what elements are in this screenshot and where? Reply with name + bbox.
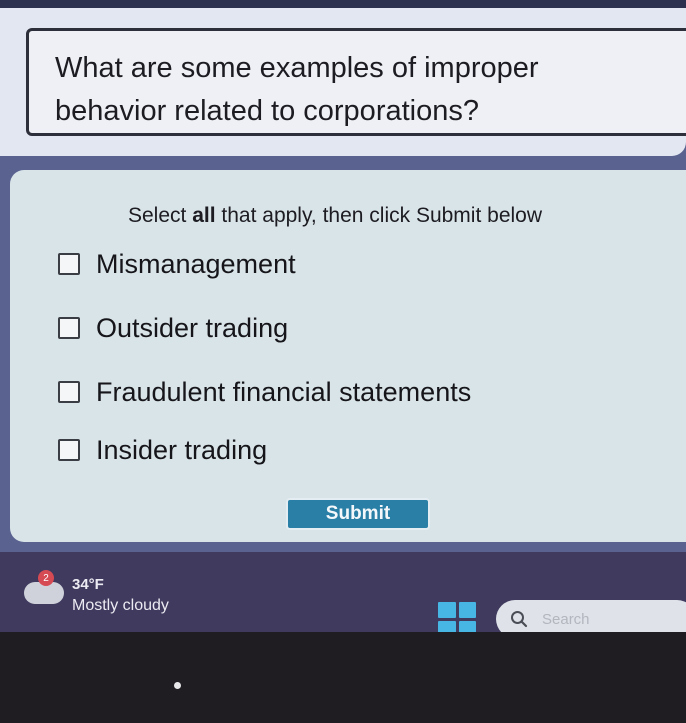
instruction-bold: all <box>192 204 216 227</box>
question-text: What are some examples of improper behav… <box>55 52 539 127</box>
question-panel: What are some examples of improper behav… <box>0 8 686 156</box>
search-placeholder: Search <box>542 610 590 628</box>
option-label: Fraudulent financial statements <box>96 376 472 407</box>
screen: What are some examples of improper behav… <box>0 0 686 632</box>
option-label: Insider trading <box>96 434 268 465</box>
start-tile <box>438 620 456 632</box>
weather-text: 34°F Mostly cloudy <box>72 576 169 615</box>
checkbox[interactable] <box>58 253 80 275</box>
checkbox[interactable] <box>58 317 80 339</box>
start-tile <box>438 602 456 618</box>
instruction-pre: Select <box>128 204 193 227</box>
answer-panel: Select all that apply, then click Submit… <box>10 170 686 542</box>
windows-start-icon[interactable] <box>438 602 476 632</box>
instruction-text: Select all that apply, then click Submit… <box>128 204 542 228</box>
weather-temp: 34°F <box>72 576 104 593</box>
start-tile <box>458 602 476 618</box>
instruction-post: that apply, then click Submit below <box>215 204 543 227</box>
bezel-indicator <box>174 682 181 689</box>
submit-button[interactable]: Submit <box>286 498 430 530</box>
weather-condition: Mostly cloudy <box>72 597 169 614</box>
question-box: What are some examples of improper behav… <box>26 28 686 136</box>
option-outsider-trading[interactable]: Outsider trading <box>58 310 288 346</box>
option-insider-trading[interactable]: Insider trading <box>58 432 267 468</box>
start-tile <box>458 620 476 632</box>
option-label: Mismanagement <box>96 248 296 279</box>
option-label: Outsider trading <box>96 312 289 343</box>
search-icon <box>511 611 528 628</box>
taskbar-search[interactable]: Search <box>496 600 686 632</box>
weather-widget[interactable]: 2 34°F Mostly cloudy <box>24 570 169 615</box>
checkbox[interactable] <box>58 439 80 461</box>
checkbox[interactable] <box>58 381 80 403</box>
cloud-icon: 2 <box>24 570 66 604</box>
option-mismanagement[interactable]: Mismanagement <box>58 246 296 282</box>
weather-badge: 2 <box>38 570 54 586</box>
option-fraudulent-financial-statements[interactable]: Fraudulent financial statements <box>58 374 471 410</box>
taskbar: 2 34°F Mostly cloudy Search <box>0 552 686 632</box>
